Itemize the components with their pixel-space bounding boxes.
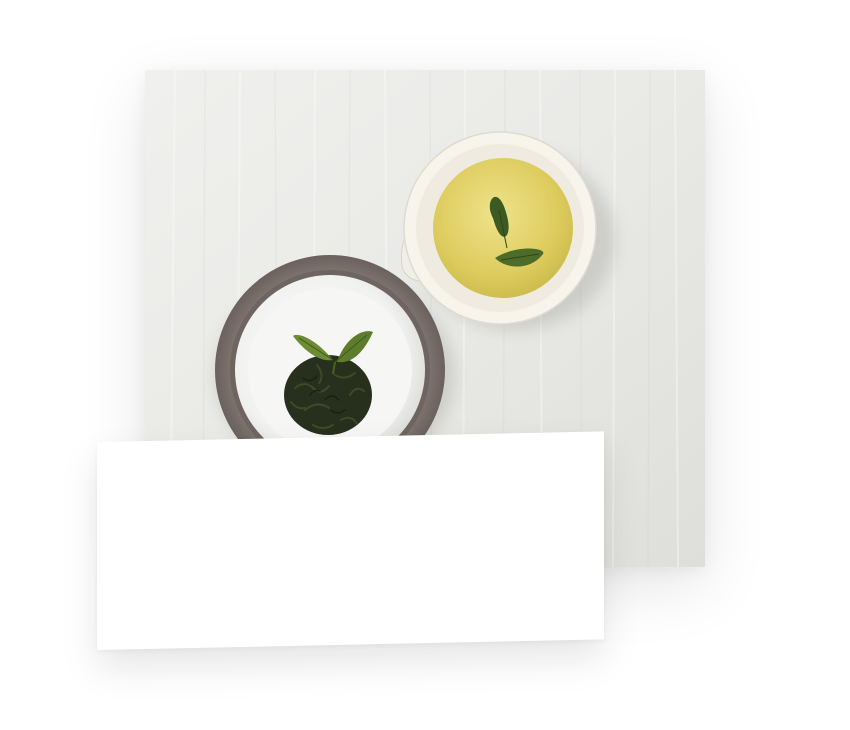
tea-flatlay-composition — [0, 0, 850, 730]
tea-cup — [400, 131, 597, 325]
loose-leaf-tea-icon — [284, 355, 372, 435]
overlay-white-panel — [97, 431, 604, 650]
